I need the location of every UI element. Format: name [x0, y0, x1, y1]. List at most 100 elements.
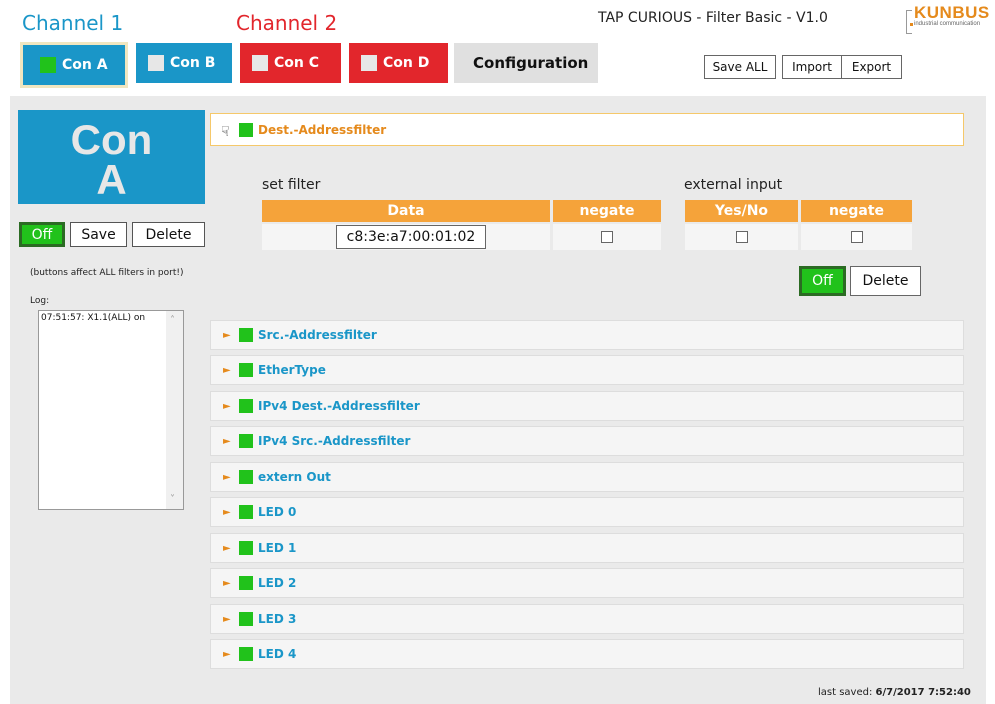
status-indicator-icon	[361, 55, 377, 71]
con-display: Con A	[18, 110, 205, 204]
buttons-hint: (buttons affect ALL filters in port!)	[30, 268, 184, 278]
log-textarea[interactable]: 07:51:57: X1.1(ALL) on ˄ ˅	[38, 310, 184, 510]
status-indicator-icon	[148, 55, 164, 71]
status-indicator-icon	[40, 57, 56, 73]
filter-row[interactable]: ► IPv4 Src.-Addressfilter	[210, 426, 964, 456]
app-window: Channel 1 Channel 2 TAP CURIOUS - Filter…	[0, 0, 995, 704]
yes-no-checkbox[interactable]	[735, 231, 748, 243]
tab-label: Con C	[274, 55, 320, 71]
tab-configuration[interactable]: Configuration	[454, 43, 598, 83]
filter-status-icon	[239, 328, 253, 342]
hand-pointer-icon: ☟	[221, 124, 230, 140]
set-filter-label: set filter	[262, 177, 321, 193]
filter-row-label: LED 2	[258, 576, 297, 590]
tab-con-d[interactable]: Con D	[349, 43, 448, 83]
filter-row-label: IPv4 Dest.-Addressfilter	[258, 399, 420, 413]
log-scrollbar[interactable]: ˄ ˅	[166, 311, 183, 509]
app-title: TAP CURIOUS - Filter Basic - V1.0	[598, 10, 828, 26]
negate-cell-2	[801, 224, 912, 250]
filter-title: Dest.-Addressfilter	[258, 122, 387, 137]
con-display-line2: A	[96, 156, 127, 203]
col-header-negate-2: negate	[801, 200, 912, 222]
tab-label: Con D	[383, 55, 430, 71]
import-button[interactable]: Import	[782, 55, 842, 79]
logo-dot-icon	[910, 23, 913, 26]
caret-right-icon: ►	[223, 400, 231, 412]
external-input-label: external input	[684, 177, 783, 193]
data-input[interactable]	[336, 225, 486, 249]
last-saved-label: last saved:	[818, 687, 873, 698]
filter-row[interactable]: ► IPv4 Dest.-Addressfilter	[210, 391, 964, 421]
filter-row[interactable]: ► extern Out	[210, 462, 964, 492]
filter-status-icon	[239, 363, 253, 377]
channel-1-title: Channel 1	[22, 11, 124, 35]
filter-row-label: LED 0	[258, 505, 297, 519]
scroll-up-icon[interactable]: ˄	[170, 315, 175, 326]
port-off-button[interactable]: Off	[19, 222, 65, 247]
filter-status-icon	[239, 541, 253, 555]
logo-subtitle: industrial communication	[914, 21, 981, 27]
caret-right-icon: ►	[223, 471, 231, 483]
tab-label: Con B	[170, 55, 216, 71]
kunbus-logo: KUNBUS industrial communication	[896, 3, 990, 36]
scroll-down-icon[interactable]: ˅	[170, 494, 175, 505]
negate-2-checkbox[interactable]	[850, 231, 863, 243]
filter-status-icon	[239, 576, 253, 590]
filter-row[interactable]: ► LED 2	[210, 568, 964, 598]
con-display-line1: Con	[70, 116, 153, 163]
log-label: Log:	[30, 296, 50, 306]
filter-delete-button[interactable]: Delete	[850, 266, 921, 296]
port-delete-button[interactable]: Delete	[132, 222, 205, 247]
filter-row-label: EtherType	[258, 363, 326, 377]
logo-bracket-icon	[906, 10, 912, 34]
filter-row-label: Src.-Addressfilter	[258, 328, 377, 342]
last-saved-value: 6/7/2017 7:52:40	[875, 687, 971, 698]
filter-row[interactable]: ► LED 1	[210, 533, 964, 563]
tab-con-c[interactable]: Con C	[240, 43, 341, 83]
filter-status-icon	[239, 470, 253, 484]
filter-row-label: IPv4 Src.-Addressfilter	[258, 434, 411, 448]
col-header-data: Data	[262, 200, 550, 222]
caret-right-icon: ►	[223, 577, 231, 589]
filter-row-label: LED 3	[258, 612, 297, 626]
filter-row[interactable]: ► EtherType	[210, 355, 964, 385]
tab-label: Configuration	[473, 54, 589, 72]
filter-status-icon	[239, 505, 253, 519]
filter-off-button[interactable]: Off	[799, 266, 846, 296]
export-button[interactable]: Export	[842, 55, 902, 79]
caret-right-icon: ►	[223, 542, 231, 554]
tab-con-a[interactable]: Con A	[20, 42, 128, 88]
filter-status-icon	[239, 612, 253, 626]
channel-2-title: Channel 2	[236, 11, 338, 35]
caret-right-icon: ►	[223, 506, 231, 518]
negate-cell	[553, 224, 661, 250]
status-indicator-icon	[252, 55, 268, 71]
caret-right-icon: ►	[223, 364, 231, 376]
filter-row[interactable]: ► LED 4	[210, 639, 964, 669]
logo-text: KUNBUS	[914, 3, 990, 22]
filter-status-icon	[239, 122, 253, 137]
filter-row[interactable]: ► LED 3	[210, 604, 964, 634]
filter-row-label: LED 4	[258, 647, 297, 661]
port-save-button[interactable]: Save	[70, 222, 127, 247]
last-saved-status: last saved: 6/7/2017 7:52:40	[818, 687, 971, 698]
filter-row[interactable]: ► Src.-Addressfilter	[210, 320, 964, 350]
filter-row-label: LED 1	[258, 541, 297, 555]
filter-row-label: extern Out	[258, 470, 331, 484]
tab-label: Con A	[62, 57, 108, 73]
filter-status-icon	[239, 399, 253, 413]
caret-right-icon: ►	[223, 329, 231, 341]
yes-no-cell	[685, 224, 798, 250]
filter-status-icon	[239, 434, 253, 448]
data-cell	[262, 224, 550, 250]
filter-header-dest-address[interactable]: ☟ Dest.-Addressfilter	[210, 113, 964, 146]
tab-con-b[interactable]: Con B	[136, 43, 232, 83]
negate-checkbox[interactable]	[601, 231, 613, 243]
caret-right-icon: ►	[223, 613, 231, 625]
caret-right-icon: ►	[223, 648, 231, 660]
save-all-button[interactable]: Save ALL	[704, 55, 776, 79]
caret-right-icon: ►	[223, 435, 231, 447]
filter-row[interactable]: ► LED 0	[210, 497, 964, 527]
filter-status-icon	[239, 647, 253, 661]
col-header-negate: negate	[553, 200, 661, 222]
